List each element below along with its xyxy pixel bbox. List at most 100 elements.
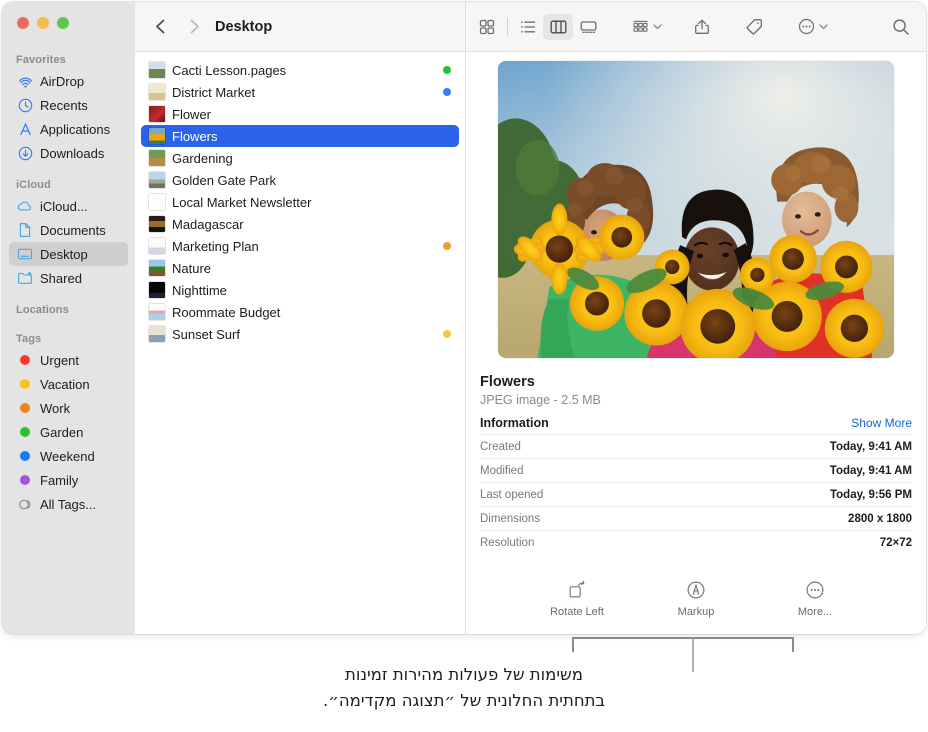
sidebar-item-label: Applications: [40, 121, 111, 137]
information-row: Last opened Today, 9:56 PM: [480, 482, 912, 506]
file-thumbnail-icon: [149, 282, 165, 298]
file-list-item[interactable]: Local Market Newsletter: [141, 191, 459, 213]
information-value: Today, 9:41 AM: [829, 464, 912, 477]
file-thumbnail-icon: [149, 62, 165, 78]
share-button[interactable]: [687, 14, 717, 40]
information-key: Dimensions: [480, 512, 541, 525]
sidebar-item-vacation[interactable]: Vacation: [9, 372, 128, 396]
file-name: Nature: [172, 260, 212, 276]
sidebar-item-airdrop[interactable]: AirDrop: [9, 69, 128, 93]
chevron-down-icon[interactable]: [652, 21, 663, 32]
column-view-button[interactable]: [543, 13, 573, 40]
search-icon[interactable]: [886, 14, 916, 40]
file-tag-dot: [443, 132, 451, 140]
file-list-item[interactable]: District Market: [141, 81, 459, 103]
file-name: Gardening: [172, 150, 233, 166]
sidebar-item-weekend[interactable]: Weekend: [9, 444, 128, 468]
file-list-item[interactable]: Nighttime: [141, 279, 459, 301]
file-list-item[interactable]: Flowers: [141, 125, 459, 147]
file-name: Flower: [172, 106, 212, 122]
quick-action-label: Rotate Left: [550, 606, 604, 618]
file-list-column: Desktop Cacti Lesson.pages District Marke…: [135, 2, 466, 634]
forward-button[interactable]: [181, 14, 207, 40]
chevron-down-icon-2[interactable]: [818, 21, 829, 32]
file-thumbnail-icon: [149, 216, 165, 232]
sidebar-item-label: Weekend: [40, 448, 95, 464]
information-key: Resolution: [480, 536, 535, 549]
sidebar-section-header: Tags: [16, 333, 42, 345]
file-list-item[interactable]: Gardening: [141, 147, 459, 169]
quick-action-markup[interactable]: Markup: [659, 578, 733, 618]
file-thumbnail-icon: [149, 128, 165, 144]
quick-action-more[interactable]: More...: [778, 578, 852, 618]
sidebar-item-recents[interactable]: Recents: [9, 93, 128, 117]
file-tag-dot: [443, 66, 451, 74]
sidebar-item-garden[interactable]: Garden: [9, 420, 128, 444]
file-list-item[interactable]: Golden Gate Park: [141, 169, 459, 191]
tag-dot-icon: [16, 352, 34, 368]
sidebar-item-label: Shared: [40, 270, 82, 286]
sidebar-item-label: Recents: [40, 97, 88, 113]
file-list-item[interactable]: Sunset Surf: [141, 323, 459, 345]
tags-button[interactable]: [739, 14, 769, 40]
sidebar-item-desktop[interactable]: Desktop: [9, 242, 128, 266]
file-name: Marketing Plan: [172, 238, 259, 254]
file-tag-dot: [443, 110, 451, 118]
file-name: Roommate Budget: [172, 304, 281, 320]
rotate-left-icon: [540, 578, 614, 602]
zoom-button[interactable]: [57, 17, 69, 29]
back-button[interactable]: [147, 14, 173, 40]
sidebar-item-all-tags[interactable]: All Tags...: [9, 492, 128, 516]
sidebar-item-urgent[interactable]: Urgent: [9, 348, 128, 372]
sidebar-section-spacer: [2, 165, 135, 175]
quick-action-rotate-left[interactable]: Rotate Left: [540, 578, 614, 618]
information-row: Resolution 72×72: [480, 530, 912, 554]
sidebar: Favorites AirDrop Recents Applications Downl…: [2, 2, 135, 634]
view-toolbar: [466, 2, 926, 52]
information-key: Created: [480, 440, 521, 453]
sidebar-item-work[interactable]: Work: [9, 396, 128, 420]
airdrop-icon: [16, 73, 34, 89]
sidebar-item-documents[interactable]: Documents: [9, 218, 128, 242]
quick-actions: Rotate Left Markup More...: [466, 578, 926, 618]
file-list[interactable]: Cacti Lesson.pages District Market Flower F…: [135, 53, 465, 634]
group-by-button[interactable]: [625, 14, 655, 40]
quick-action-label: Markup: [677, 606, 715, 618]
file-thumbnail-icon: [149, 84, 165, 100]
sidebar-item-shared[interactable]: Shared: [9, 266, 128, 290]
tag-dot-icon: [16, 400, 34, 416]
sidebar-item-family[interactable]: Family: [9, 468, 128, 492]
caption-line-2: בתחתית החלונית של ״תצוגה מקדימה״.: [323, 690, 605, 710]
file-thumbnail-icon: [149, 194, 165, 210]
show-more-link[interactable]: Show More: [851, 416, 912, 430]
caption-line-1: משימות של פעולות מהירות זמינות: [345, 665, 583, 684]
sidebar-item-label: Work: [40, 400, 71, 416]
more-actions-button[interactable]: [791, 14, 821, 40]
information-value: Today, 9:56 PM: [829, 488, 912, 501]
file-list-item[interactable]: Nature: [141, 257, 459, 279]
information-value: 72×72: [879, 536, 912, 549]
applications-icon: [16, 121, 34, 137]
file-tag-dot: [443, 330, 451, 338]
file-list-item[interactable]: Marketing Plan: [141, 235, 459, 257]
minimize-button[interactable]: [37, 17, 49, 29]
sidebar-item-applications[interactable]: Applications: [9, 117, 128, 141]
sidebar-item-label: Downloads: [40, 145, 105, 161]
file-name: Nighttime: [172, 282, 227, 298]
file-list-item[interactable]: Roommate Budget: [141, 301, 459, 323]
gallery-view-button[interactable]: [573, 14, 603, 40]
file-list-item[interactable]: Cacti Lesson.pages: [141, 59, 459, 81]
sidebar-item-icloud[interactable]: iCloud...: [9, 194, 128, 218]
file-list-item[interactable]: Madagascar: [141, 213, 459, 235]
file-tag-dot: [443, 88, 451, 96]
clock-icon: [16, 97, 34, 113]
list-view-button[interactable]: [513, 14, 543, 40]
file-thumbnail-icon: [149, 106, 165, 122]
file-thumbnail-icon: [149, 172, 165, 188]
finder-window: Favorites AirDrop Recents Applications Downl…: [2, 2, 926, 634]
sidebar-item-downloads[interactable]: Downloads: [9, 141, 128, 165]
file-list-item[interactable]: Flower: [141, 103, 459, 125]
icon-view-button[interactable]: [472, 14, 502, 40]
close-button[interactable]: [17, 17, 29, 29]
information-rows: Created Today, 9:41 AM Modified Today, 9:41…: [480, 434, 912, 554]
